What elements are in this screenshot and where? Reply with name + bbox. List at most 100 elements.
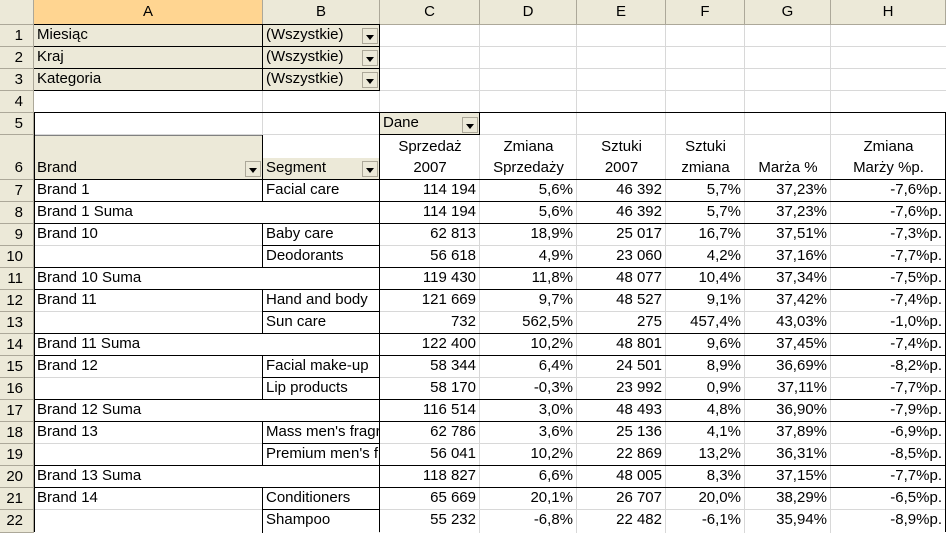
value-cell-e[interactable]: 48 005 xyxy=(577,466,666,488)
value-cell-e[interactable]: 22 482 xyxy=(577,510,666,533)
value-cell-g[interactable]: 35,94% xyxy=(745,510,831,533)
row-header-18[interactable]: 18 xyxy=(0,422,34,444)
brand-cell[interactable]: Brand 13 xyxy=(34,422,263,444)
brand-cell[interactable]: Brand 12 Suma xyxy=(34,400,380,422)
value-cell-h[interactable]: -7,7%p. xyxy=(831,378,946,400)
value-cell-d[interactable]: -0,3% xyxy=(480,378,577,400)
value-cell-g[interactable]: 36,31% xyxy=(745,444,831,466)
brand-dropdown-icon[interactable] xyxy=(245,161,261,177)
brand-cell[interactable] xyxy=(34,312,263,334)
column-header-g[interactable]: G xyxy=(745,0,831,25)
value-cell-c[interactable]: 58 170 xyxy=(380,378,480,400)
row-header-2[interactable]: 2 xyxy=(0,47,34,69)
brand-cell[interactable]: Brand 1 xyxy=(34,180,263,202)
value-cell-f[interactable]: 16,7% xyxy=(666,224,745,246)
row-header-5[interactable]: 5 xyxy=(0,113,34,135)
value-cell-d[interactable]: 5,6% xyxy=(480,180,577,202)
value-cell-h[interactable]: -7,9%p. xyxy=(831,400,946,422)
row-header-4[interactable]: 4 xyxy=(0,91,34,113)
value-cell-d[interactable]: 10,2% xyxy=(480,444,577,466)
row-header-17[interactable]: 17 xyxy=(0,400,34,422)
value-cell-g[interactable]: 37,51% xyxy=(745,224,831,246)
value-cell-c[interactable]: 56 041 xyxy=(380,444,480,466)
value-cell-e[interactable]: 25 017 xyxy=(577,224,666,246)
value-cell-g[interactable]: 37,45% xyxy=(745,334,831,356)
value-cell-h[interactable]: -8,5%p. xyxy=(831,444,946,466)
brand-cell[interactable]: Brand 12 xyxy=(34,356,263,378)
value-cell-h[interactable]: -7,5%p. xyxy=(831,268,946,290)
value-cell-f[interactable]: 13,2% xyxy=(666,444,745,466)
segment-cell[interactable]: Deodorants xyxy=(263,246,380,268)
value-cell-f[interactable]: 5,7% xyxy=(666,202,745,224)
segment-cell[interactable]: Lip products xyxy=(263,378,380,400)
value-cell-e[interactable]: 48 527 xyxy=(577,290,666,312)
value-cell-d[interactable]: 562,5% xyxy=(480,312,577,334)
segment-cell[interactable]: Mass men's fragrances xyxy=(263,422,380,444)
row-header-7[interactable]: 7 xyxy=(0,180,34,202)
value-cell-d[interactable]: 5,6% xyxy=(480,202,577,224)
value-cell-e[interactable]: 275 xyxy=(577,312,666,334)
segment-dropdown-icon[interactable] xyxy=(362,161,378,177)
value-cell-e[interactable]: 23 060 xyxy=(577,246,666,268)
brand-cell[interactable]: Brand 11 xyxy=(34,290,263,312)
value-cell-c[interactable]: 114 194 xyxy=(380,180,480,202)
row-header-6[interactable]: 6 xyxy=(0,135,34,180)
value-cell-d[interactable]: 10,2% xyxy=(480,334,577,356)
spreadsheet-grid[interactable]: A B C D E F G H 1 2 3 4 5 6 7 8 9 10 11 12 13 14 15 16 17 18 19 20 2… xyxy=(0,0,946,533)
value-cell-f[interactable]: 9,6% xyxy=(666,334,745,356)
value-cell-h[interactable]: -8,2%p. xyxy=(831,356,946,378)
segment-cell[interactable]: Facial care xyxy=(263,180,380,202)
row-header-15[interactable]: 15 xyxy=(0,356,34,378)
segment-cell[interactable]: Premium men's fragrances xyxy=(263,444,380,466)
value-cell-g[interactable]: 37,16% xyxy=(745,246,831,268)
column-header-d[interactable]: D xyxy=(480,0,577,25)
value-cell-c[interactable]: 55 232 xyxy=(380,510,480,533)
column-header-a[interactable]: A xyxy=(34,0,263,25)
page-filter-value[interactable]: (Wszystkie) xyxy=(263,47,362,69)
value-cell-e[interactable]: 46 392 xyxy=(577,180,666,202)
brand-cell[interactable]: Brand 1 Suma xyxy=(34,202,380,224)
column-header-h[interactable]: H xyxy=(831,0,946,25)
value-cell-f[interactable]: 0,9% xyxy=(666,378,745,400)
value-cell-h[interactable]: -7,6%p. xyxy=(831,180,946,202)
value-cell-h[interactable]: -8,9%p. xyxy=(831,510,946,533)
value-cell-c[interactable]: 62 786 xyxy=(380,422,480,444)
column-header-f[interactable]: F xyxy=(666,0,745,25)
value-cell-d[interactable]: 18,9% xyxy=(480,224,577,246)
value-cell-h[interactable]: -7,7%p. xyxy=(831,466,946,488)
value-cell-g[interactable]: 38,29% xyxy=(745,488,831,510)
row-header-1[interactable]: 1 xyxy=(0,25,34,47)
value-cell-f[interactable]: 4,2% xyxy=(666,246,745,268)
value-cell-f[interactable]: 20,0% xyxy=(666,488,745,510)
value-cell-e[interactable]: 26 707 xyxy=(577,488,666,510)
value-cell-e[interactable]: 22 869 xyxy=(577,444,666,466)
row-header-22[interactable]: 22 xyxy=(0,510,34,533)
filter-dropdown-icon[interactable] xyxy=(362,28,378,44)
segment-cell[interactable]: Conditioners xyxy=(263,488,380,510)
value-cell-f[interactable]: 8,3% xyxy=(666,466,745,488)
value-cell-d[interactable]: -6,8% xyxy=(480,510,577,533)
filter-dropdown-icon[interactable] xyxy=(362,72,378,88)
segment-cell[interactable]: Baby care xyxy=(263,224,380,246)
value-cell-c[interactable]: 58 344 xyxy=(380,356,480,378)
value-cell-c[interactable]: 119 430 xyxy=(380,268,480,290)
value-cell-g[interactable]: 37,15% xyxy=(745,466,831,488)
value-cell-h[interactable]: -7,3%p. xyxy=(831,224,946,246)
value-cell-e[interactable]: 48 493 xyxy=(577,400,666,422)
value-cell-e[interactable]: 48 077 xyxy=(577,268,666,290)
data-dropdown-icon[interactable] xyxy=(462,117,478,133)
column-header-b[interactable]: B xyxy=(263,0,380,25)
value-cell-f[interactable]: 5,7% xyxy=(666,180,745,202)
value-cell-g[interactable]: 37,89% xyxy=(745,422,831,444)
value-cell-d[interactable]: 6,4% xyxy=(480,356,577,378)
column-header-e[interactable]: E xyxy=(577,0,666,25)
brand-cell[interactable]: Brand 13 Suma xyxy=(34,466,380,488)
value-cell-h[interactable]: -6,5%p. xyxy=(831,488,946,510)
value-cell-h[interactable]: -1,0%p. xyxy=(831,312,946,334)
segment-cell[interactable]: Shampoo xyxy=(263,510,380,533)
brand-cell[interactable]: Brand 14 xyxy=(34,488,263,510)
value-cell-h[interactable]: -7,4%p. xyxy=(831,334,946,356)
segment-cell[interactable]: Hand and body xyxy=(263,290,380,312)
value-cell-d[interactable]: 11,8% xyxy=(480,268,577,290)
value-cell-e[interactable]: 25 136 xyxy=(577,422,666,444)
